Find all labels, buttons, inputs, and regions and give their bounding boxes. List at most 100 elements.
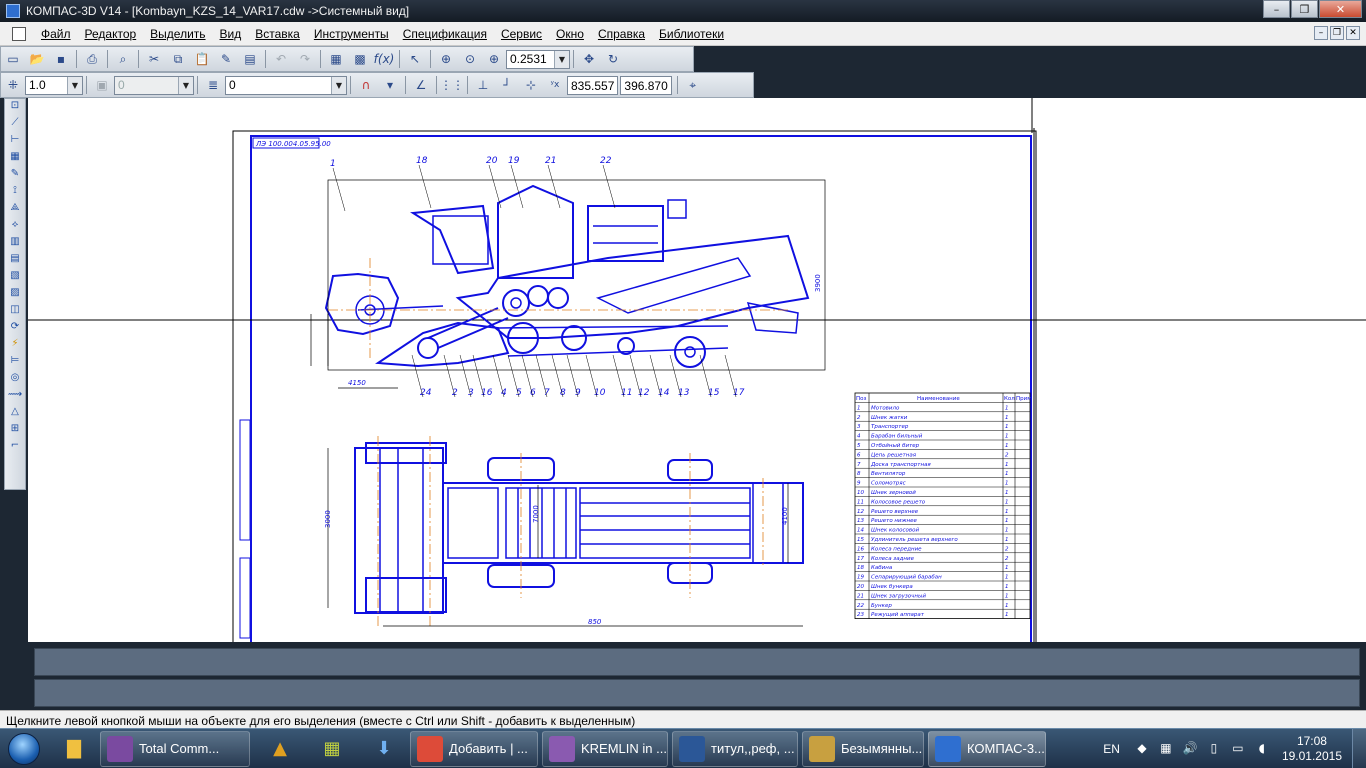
document-icon[interactable]: [12, 26, 26, 41]
taskbar-item[interactable]: KREMLIN in ...: [542, 730, 668, 767]
local-cs-icon[interactable]: ⊥: [473, 75, 493, 95]
library-icon[interactable]: ▩: [350, 49, 370, 69]
pipe-icon[interactable]: ⟿: [6, 389, 24, 405]
grid-icon[interactable]: ⋮⋮: [440, 75, 464, 95]
fragment-icon[interactable]: ▨: [6, 287, 24, 303]
undo-icon[interactable]: ↶: [271, 49, 291, 69]
cursor-snap-icon[interactable]: ⊹: [521, 75, 541, 95]
zoom-fit-icon[interactable]: ⊙: [460, 49, 480, 69]
autocad-pin-icon[interactable]: ▲: [254, 731, 306, 767]
menu-item[interactable]: Спецификация: [396, 27, 494, 41]
document-restore-button[interactable]: ❐: [1330, 26, 1344, 40]
open-folder-icon[interactable]: 📂: [27, 49, 47, 69]
menu-item[interactable]: Справка: [591, 27, 652, 41]
device-icon[interactable]: ▯: [1206, 741, 1222, 757]
measure-icon[interactable]: ⟁: [6, 202, 24, 218]
menu-item[interactable]: Сервис: [494, 27, 549, 41]
ruler-icon[interactable]: ⊨: [6, 355, 24, 371]
taskbar-item[interactable]: Безымянны...: [802, 730, 924, 767]
menu-item[interactable]: Выделить: [143, 27, 212, 41]
menu-item[interactable]: Окно: [549, 27, 591, 41]
print-icon[interactable]: ⎙: [82, 49, 102, 69]
step-combo[interactable]: 1.0 ▼: [25, 75, 83, 95]
refresh-icon[interactable]: ↻: [603, 49, 623, 69]
coordinate-x-field[interactable]: 835.557: [567, 75, 619, 95]
zoom-window-icon[interactable]: ⊕: [436, 49, 456, 69]
rotate-view-icon[interactable]: ⟳: [6, 321, 24, 337]
select-region-icon[interactable]: ⟡: [6, 219, 24, 235]
taskbar-item[interactable]: титул,,реф, ...: [672, 730, 798, 767]
cut-icon[interactable]: ✂: [144, 49, 164, 69]
network-icon[interactable]: ▭: [1230, 741, 1246, 757]
document-close-button[interactable]: ✕: [1346, 26, 1360, 40]
drawing-svg[interactable]: ЛЭ 100.004.05.95.00 3900 4150 1 18 20 19…: [28, 98, 1366, 642]
explorer-pin-icon[interactable]: ▇: [48, 731, 100, 767]
clock[interactable]: 17:08 19.01.2015: [1282, 734, 1342, 764]
round-icon[interactable]: ┘: [497, 75, 517, 95]
snap-dropdown-icon[interactable]: ▾: [380, 75, 400, 95]
parametrize-icon[interactable]: ⟟: [6, 185, 24, 201]
constraints-icon[interactable]: ◎: [6, 372, 24, 388]
chevron-down-icon[interactable]: ▼: [554, 50, 569, 68]
triangle-icon[interactable]: △: [6, 406, 24, 422]
taskbar-item[interactable]: Добавить | ...: [410, 730, 538, 767]
manager-icon[interactable]: ▦: [326, 49, 346, 69]
edit-icon[interactable]: ✎: [6, 168, 24, 184]
select-icon[interactable]: ⊡: [6, 100, 24, 116]
redo-icon[interactable]: ↷: [295, 49, 315, 69]
dimensions-icon[interactable]: ⊢: [6, 134, 24, 150]
lightning-icon[interactable]: ⚡: [6, 338, 24, 354]
variables-icon[interactable]: f(x): [374, 49, 395, 69]
help-pointer-icon[interactable]: ↖: [405, 49, 425, 69]
reports-icon[interactable]: ▧: [6, 270, 24, 286]
maximize-button[interactable]: ❐: [1291, 0, 1318, 18]
zoom-in-icon[interactable]: ⊕: [484, 49, 504, 69]
new-document-icon[interactable]: ▭: [3, 49, 23, 69]
menu-item[interactable]: Библиотеки: [652, 27, 731, 41]
menu-item[interactable]: Инструменты: [307, 27, 396, 41]
minimize-button[interactable]: –: [1263, 0, 1290, 18]
calendar-pin-icon[interactable]: ▦: [306, 731, 358, 767]
layers-tool-icon[interactable]: ▥: [6, 236, 24, 252]
menu-item[interactable]: Редактор: [78, 27, 144, 41]
volume-icon[interactable]: 🔊: [1182, 741, 1198, 757]
chevron-down-icon[interactable]: ▼: [67, 76, 82, 94]
menu-item[interactable]: Вставка: [248, 27, 307, 41]
taskbar-item[interactable]: КОМПАС-3...: [928, 730, 1046, 767]
chevron-down-icon[interactable]: ▼: [331, 76, 346, 94]
spec-icon[interactable]: ▤: [6, 253, 24, 269]
cursor-settings-icon[interactable]: ⌖: [683, 75, 703, 95]
view-icon[interactable]: ▣: [92, 75, 112, 95]
menu-item[interactable]: Файл: [34, 27, 78, 41]
format-painter-icon[interactable]: ✎: [216, 49, 236, 69]
properties-icon[interactable]: ▤: [240, 49, 260, 69]
pan-icon[interactable]: ✥: [579, 49, 599, 69]
shield-icon[interactable]: ◆: [1134, 741, 1150, 757]
taskbar-item[interactable]: Total Comm...: [100, 730, 250, 767]
insert-icon[interactable]: ◫: [6, 304, 24, 320]
frame-icon[interactable]: ⊞: [6, 423, 24, 439]
geometry-icon[interactable]: ⟋: [6, 117, 24, 133]
snap-magnet-icon[interactable]: ∩: [356, 75, 376, 95]
save-icon[interactable]: ▪: [51, 49, 71, 69]
drawing-canvas[interactable]: ЛЭ 100.004.05.95.00 3900 4150 1 18 20 19…: [28, 98, 1366, 642]
coordinates-icon[interactable]: ʸx: [545, 75, 565, 95]
coordinate-y-field[interactable]: 396.870: [620, 75, 672, 95]
download-pin-icon[interactable]: ⬇: [358, 731, 410, 767]
menu-item[interactable]: Вид: [213, 27, 249, 41]
flag-icon[interactable]: ▦: [1158, 741, 1174, 757]
layers-icon[interactable]: ≣: [203, 75, 223, 95]
start-button[interactable]: [0, 730, 48, 768]
zoom-combo[interactable]: 0.2531 ▼: [506, 49, 570, 69]
stair-icon[interactable]: ⌐: [6, 440, 24, 456]
chevron-down-icon[interactable]: ▼: [178, 76, 193, 94]
paste-icon[interactable]: 📋: [192, 49, 212, 69]
close-button[interactable]: ✕: [1319, 0, 1362, 18]
document-minimize-button[interactable]: –: [1314, 26, 1328, 40]
preview-icon[interactable]: ⌕: [113, 49, 133, 69]
copy-icon[interactable]: ⧉: [168, 49, 188, 69]
speaker-icon[interactable]: ◖: [1254, 741, 1270, 757]
symbols-icon[interactable]: ▦: [6, 151, 24, 167]
ortho-icon[interactable]: ∠: [411, 75, 431, 95]
view-combo[interactable]: 0 ▼: [114, 75, 194, 95]
